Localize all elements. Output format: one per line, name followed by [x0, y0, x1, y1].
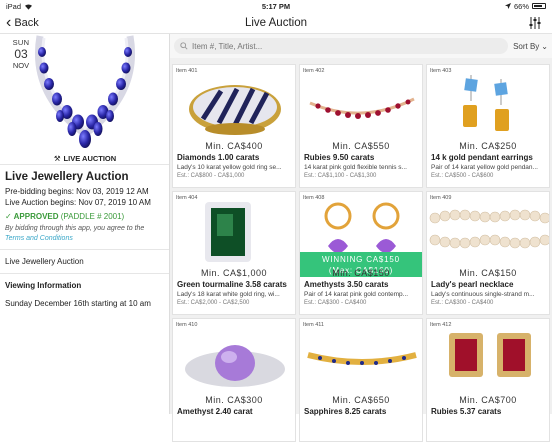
- lot-estimate: Est.: CA$500 - CA$600: [431, 173, 494, 179]
- lot-card-402[interactable]: Item 402 Min. CA$550 Rubies 9.50 carats …: [299, 64, 423, 188]
- back-button[interactable]: ‹ Back: [0, 13, 39, 31]
- back-label: Back: [14, 16, 39, 29]
- min-price: Min. CA$150: [332, 268, 390, 278]
- lot-title: Amethyst 2.40 carat: [177, 407, 253, 416]
- lot-number: Item 411: [303, 322, 324, 328]
- lot-card-408[interactable]: Item 408 WINNING CA$150 (Max: CA$160) Mi…: [299, 191, 423, 315]
- lot-estimate: Est.: CA$800 - CA$1,000: [177, 173, 245, 179]
- sort-by-button[interactable]: Sort By ⌄: [513, 42, 548, 51]
- terms-link[interactable]: Terms and Conditions: [5, 235, 73, 242]
- min-price: Min. CA$1,000: [200, 268, 268, 278]
- lot-number: Item 409: [430, 195, 452, 201]
- lot-number: Item 402: [303, 68, 325, 74]
- amethyst-ring-image: [185, 345, 285, 387]
- min-price: Min. CA$700: [459, 395, 517, 405]
- status-time: 5:17 PM: [261, 1, 291, 11]
- lot-description: Lady's 18 karat white gold ring, wi...: [177, 291, 280, 298]
- min-price: Min. CA$300: [205, 395, 263, 405]
- lot-title: Rubies 5.37 carats: [431, 407, 502, 416]
- search-icon: [180, 42, 188, 50]
- sidebar-row-viewing[interactable]: Viewing Information: [0, 273, 169, 297]
- lot-card-410[interactable]: Item 410 Min. CA$300 Amethyst 2.40 carat: [172, 318, 296, 442]
- diamond-ring-image: [189, 85, 281, 135]
- lot-title: Sapphires 8.25 carats: [304, 407, 387, 416]
- lot-description: Lady's continuous single-strand m...: [431, 291, 535, 298]
- min-price: Min. CA$400: [205, 141, 263, 151]
- lot-title: Diamonds 1.00 carats: [177, 153, 260, 162]
- page-title: Live Auction: [244, 16, 307, 29]
- sidebar-row-auction[interactable]: Live Jewellery Auction: [0, 249, 169, 273]
- approved-label: ✓ APPROVED: [5, 212, 59, 221]
- lot-number: Item 410: [176, 322, 198, 328]
- min-price: Min. CA$550: [332, 141, 390, 151]
- lot-card-403[interactable]: Item 403 Min. CA$250 14 k gold pendant e…: [426, 64, 550, 188]
- min-price: Min. CA$250: [459, 141, 517, 151]
- min-price: Min. CA$150: [459, 268, 517, 278]
- lot-title: Rubies 9.50 carats: [304, 153, 375, 162]
- live-auction-caption: ⚒ LIVE AUCTION: [0, 152, 169, 164]
- pendant-earrings-image: [463, 75, 509, 131]
- prebid-date: Pre-bidding begins: Nov 03, 2019 12 AM: [5, 187, 149, 196]
- approved-status: ✓ APPROVED (PADDLE # 2001): [0, 208, 169, 221]
- auction-hero: SUN 03 NOV ⚒ LIVE AUCTION: [0, 34, 169, 164]
- lot-grid: Item 401 Min. CA$400 Diamonds 1.00 carat…: [172, 64, 550, 442]
- tourmaline-ring-image: [205, 202, 251, 262]
- lot-estimate: Est.: CA$300 - CA$400: [304, 300, 367, 306]
- lot-number: Item 403: [430, 68, 452, 74]
- live-date: Live Auction begins: Nov 07, 2019 10 AM: [5, 198, 151, 207]
- lot-title: 14 k gold pendant earrings: [431, 153, 533, 162]
- pearl-necklace-image: [429, 209, 549, 249]
- terms-note: By bidding through this app, you agree t…: [0, 221, 169, 243]
- lot-card-409[interactable]: Item 409 Min. CA$150 Lady's pearl neckla…: [426, 191, 550, 315]
- winning-amount: WINNING CA$150: [322, 255, 400, 264]
- lot-number: Item 408: [303, 195, 325, 201]
- lot-number: Item 412: [430, 322, 452, 328]
- date-weekday: SUN: [12, 38, 30, 47]
- filter-sliders-icon[interactable]: [528, 16, 542, 30]
- lot-number: Item 401: [176, 68, 198, 74]
- nav-bar: ‹ Back Live Auction: [0, 12, 552, 34]
- auction-title: Live Jewellery Auction: [0, 164, 169, 186]
- auction-date-badge: SUN 03 NOV: [6, 38, 36, 70]
- battery-icon: [532, 3, 546, 9]
- search-row: Sort By ⌄: [170, 34, 552, 58]
- auction-sidebar: SUN 03 NOV ⚒ LIVE AUCTION Live Jewellery…: [0, 34, 170, 414]
- lot-title: Amethysts 3.50 carats: [304, 280, 389, 289]
- date-day: 03: [14, 47, 28, 61]
- chevron-down-icon: ⌄: [541, 41, 548, 51]
- lot-number: Item 404: [176, 195, 198, 201]
- lot-area: Sort By ⌄ Item 401 Min. CA$400 Diamonds …: [170, 34, 552, 442]
- ruby-earrings-image: [449, 333, 531, 377]
- lot-title: Lady's pearl necklace: [431, 280, 514, 289]
- lot-description: Pair of 14 karat pink gold contemp...: [304, 291, 409, 298]
- paddle-number: (PADDLE # 2001): [60, 212, 125, 221]
- lot-card-401[interactable]: Item 401 Min. CA$400 Diamonds 1.00 carat…: [172, 64, 296, 188]
- lot-estimate: Est.: CA$1,100 - CA$1,300: [304, 173, 377, 179]
- viewing-date: Sunday December 16th starting at 10 am: [5, 299, 151, 308]
- lot-estimate: Est.: CA$300 - CA$400: [431, 300, 494, 306]
- lot-description: Pair of 14 karat yellow gold pendan...: [431, 164, 538, 171]
- ruby-bracelet-image: [309, 97, 415, 119]
- gavel-icon: ⚒: [53, 153, 61, 163]
- search-input[interactable]: [192, 41, 503, 51]
- date-month: NOV: [12, 61, 30, 70]
- lot-estimate: Est.: CA$2,000 - CA$2,500: [177, 300, 250, 306]
- search-box[interactable]: [174, 38, 509, 54]
- lot-card-404[interactable]: Item 404 Min. CA$1,000 Green tourmaline …: [172, 191, 296, 315]
- min-price: Min. CA$650: [332, 395, 390, 405]
- lot-description: 14 karat pink gold flexible tennis s...: [304, 164, 407, 171]
- lot-card-411[interactable]: Item 411 Min. CA$650 Sapphires 8.25 cara…: [299, 318, 423, 442]
- chevron-left-icon: ‹: [6, 13, 12, 31]
- terms-note-text: By bidding through this app, you agree t…: [5, 225, 145, 232]
- lot-title: Green tourmaline 3.58 carats: [177, 280, 287, 289]
- sapphire-bracelet-image: [307, 352, 417, 365]
- status-bar: iPad 5:17 PM 66%: [0, 0, 552, 12]
- lot-card-412[interactable]: Item 412 Min. CA$700 Rubies 5.37 carats: [426, 318, 550, 442]
- sort-by-label: Sort By: [513, 41, 540, 51]
- lot-description: Lady's 10 karat yellow gold ring se...: [177, 164, 282, 171]
- live-auction-label: LIVE AUCTION: [63, 153, 117, 163]
